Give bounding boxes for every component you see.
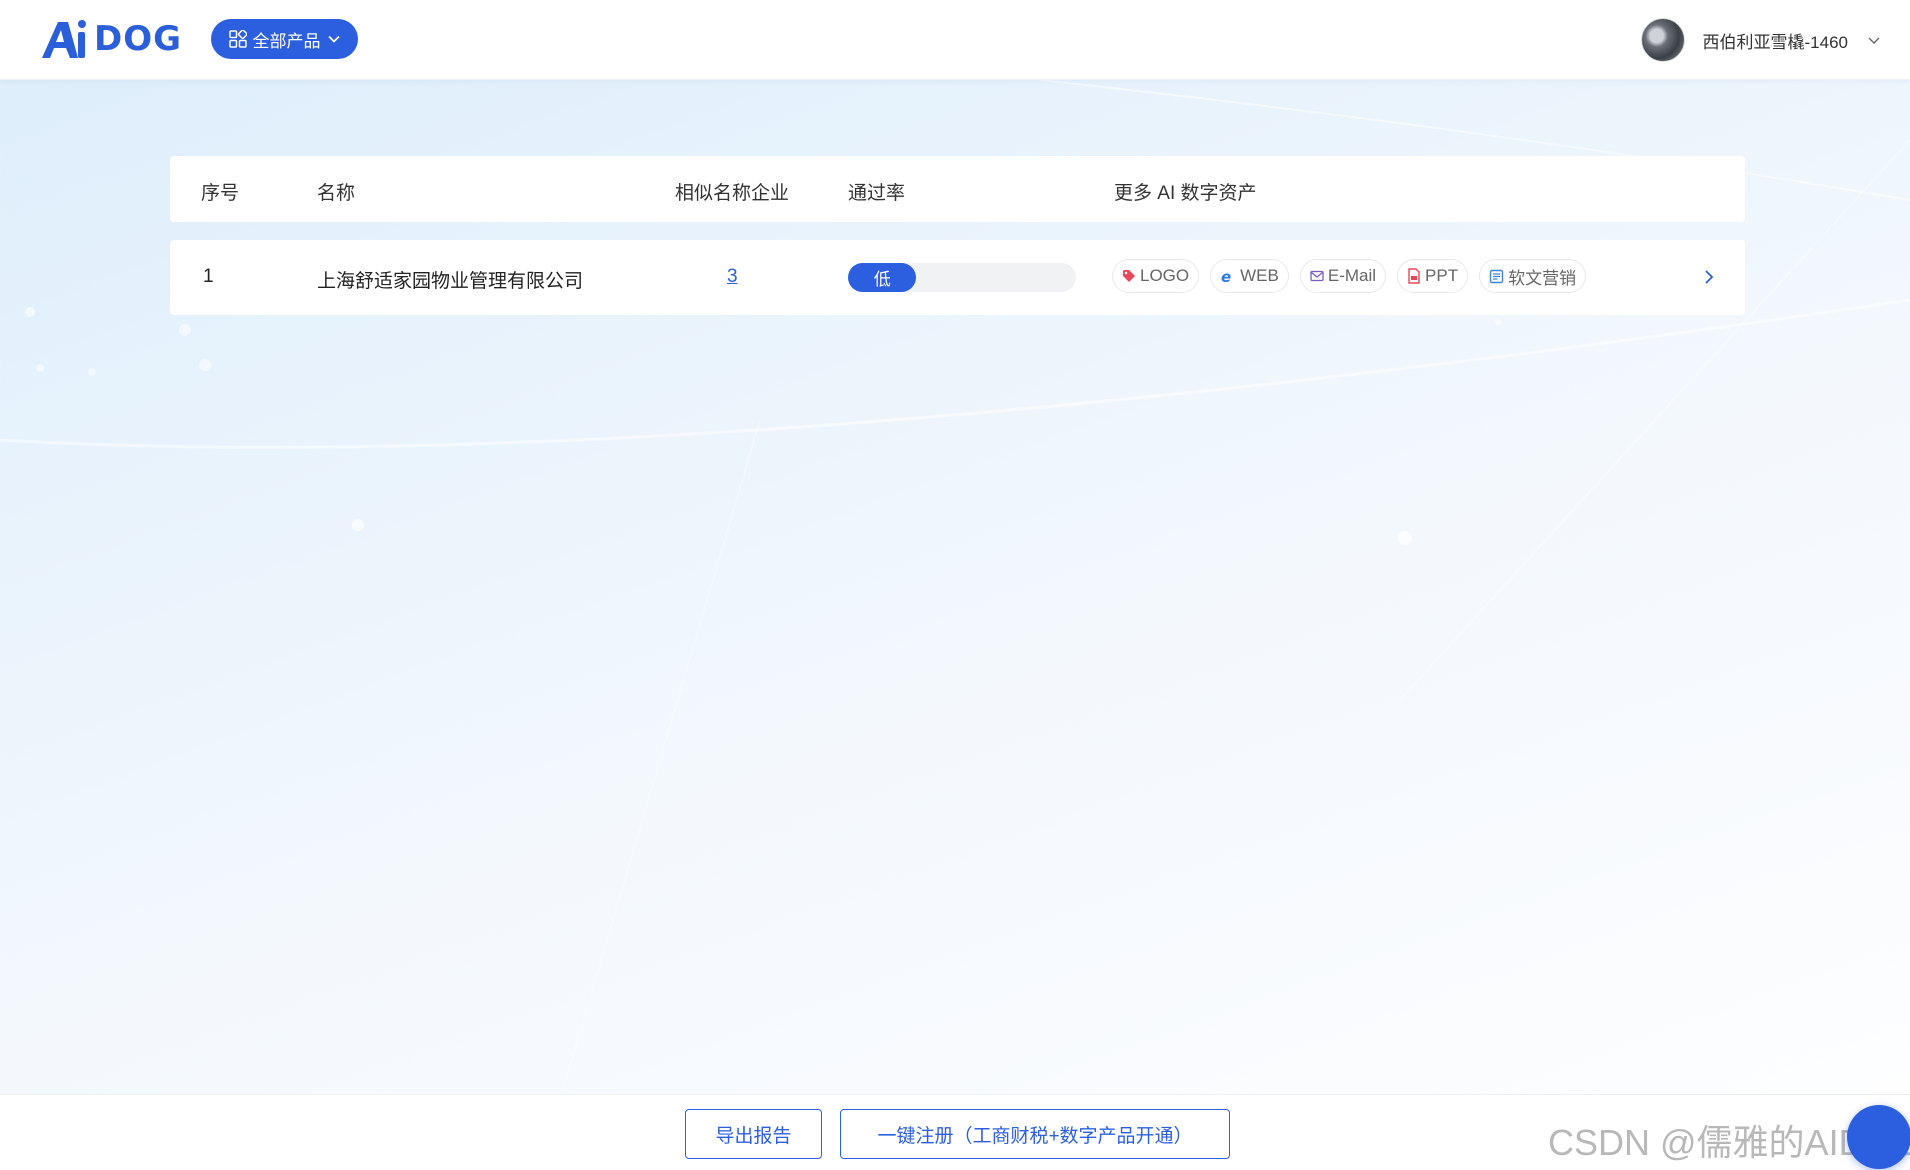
column-header-index: 序号 (201, 183, 240, 204)
company-name: 上海舒适家园物业管理有限公司 (317, 271, 584, 292)
logo-text: DOG (94, 19, 183, 59)
asset-email-chip[interactable]: E-Mail (1299, 259, 1387, 293)
asset-web-label: WEB (1240, 266, 1279, 285)
asset-ppt-chip[interactable]: PPT (1397, 259, 1469, 293)
avatar[interactable] (1640, 18, 1685, 62)
floating-chat-button[interactable] (1847, 1105, 1910, 1169)
asset-article-label: 软文营销 (1508, 268, 1577, 288)
table-row: 1 上海舒适家园物业管理有限公司 3 低 LOGO e WEB E-Mail P… (170, 240, 1745, 315)
one-click-register-button[interactable]: 一键注册（工商财税+数字产品开通） (840, 1109, 1230, 1159)
all-products-label: 全部产品 (252, 31, 321, 51)
asset-web-chip[interactable]: e WEB (1210, 259, 1289, 293)
chevron-down-icon (1868, 37, 1880, 44)
chevron-down-icon (327, 35, 340, 43)
aidog-logo[interactable]: DOG (40, 18, 182, 60)
column-header-pass-rate: 通过率 (848, 183, 906, 204)
asset-logo-chip[interactable]: LOGO (1112, 259, 1200, 293)
column-header-assets: 更多 AI 数字资产 (1114, 183, 1257, 204)
table-header: 序号 名称 相似名称企业 通过率 更多 AI 数字资产 (170, 156, 1745, 222)
doc-icon (1489, 269, 1504, 283)
user-name: 西伯利亚雪橇-1460 (1702, 32, 1848, 52)
export-report-button[interactable]: 导出报告 (685, 1109, 822, 1159)
chevron-right-icon[interactable] (1699, 267, 1719, 287)
column-header-name: 名称 (317, 183, 356, 204)
column-header-similar: 相似名称企业 (675, 183, 790, 204)
web-icon: e (1221, 268, 1231, 284)
pass-rate-bar: 低 (848, 263, 1076, 292)
svg-text:e: e (1221, 268, 1231, 284)
asset-logo-label: LOGO (1140, 266, 1190, 285)
asset-article-chip[interactable]: 软文营销 (1479, 259, 1587, 293)
pass-rate-fill: 低 (848, 263, 917, 292)
similar-count-link[interactable]: 3 (727, 266, 738, 288)
asset-email-label: E-Mail (1327, 266, 1377, 285)
pass-rate-label: 低 (873, 270, 891, 289)
asset-chips: LOGO e WEB E-Mail PPT 软文营销 (1112, 259, 1587, 293)
grid-icon (228, 30, 247, 48)
user-menu[interactable]: 西伯利亚雪橇-1460 (1640, 18, 1882, 62)
pdf-icon (1408, 268, 1420, 284)
tag-icon (1123, 270, 1135, 282)
asset-ppt-label: PPT (1425, 266, 1459, 285)
top-header: DOG 全部产品 西伯利亚雪橇-1460 (0, 0, 1910, 80)
row-index: 1 (203, 266, 214, 287)
all-products-button[interactable]: 全部产品 (211, 19, 358, 59)
mail-icon (1310, 270, 1324, 282)
logo-ai-mark (42, 20, 86, 58)
